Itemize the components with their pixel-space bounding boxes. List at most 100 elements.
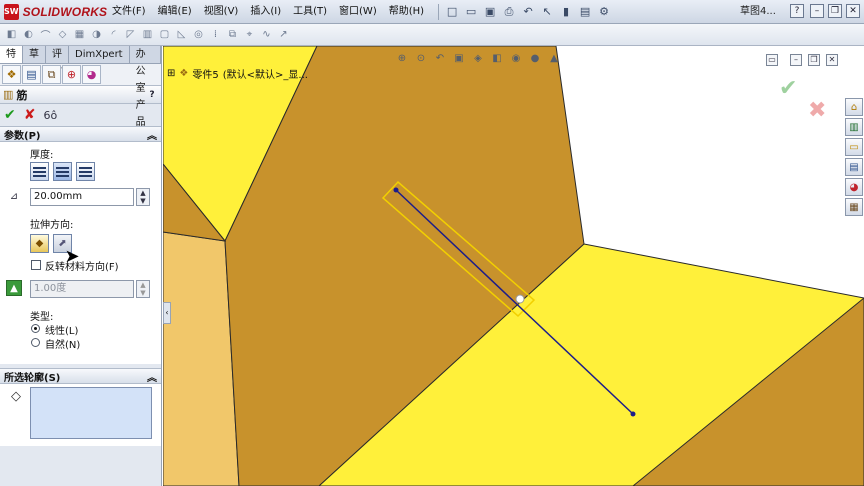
- detailed-preview-glasses-icon[interactable]: 6ô: [43, 109, 57, 122]
- selected-contours-header[interactable]: 所选轮廓(S) ︽: [0, 368, 161, 384]
- extruded-boss-icon[interactable]: ◧: [4, 27, 19, 42]
- curves-icon[interactable]: ∿: [259, 27, 274, 42]
- extruded-cut-icon[interactable]: ▦: [72, 27, 87, 42]
- parallel-to-sketch-button[interactable]: ◆: [30, 234, 49, 253]
- tab-office-products[interactable]: 办公室产品: [130, 46, 161, 128]
- sweep-icon[interactable]: ⌒: [38, 27, 53, 42]
- view-palette-icon[interactable]: ▤: [845, 158, 863, 176]
- revolve-icon[interactable]: ◐: [21, 27, 36, 42]
- reference-geometry-icon[interactable]: ⌖: [242, 27, 257, 42]
- selected-contours-listbox[interactable]: [30, 387, 152, 439]
- direction-handle[interactable]: [515, 294, 525, 304]
- display-style-icon[interactable]: ◧: [490, 51, 504, 65]
- viewport-minimize-button[interactable]: –: [790, 54, 802, 66]
- thickness-input[interactable]: 20.00mm: [30, 188, 134, 206]
- rebuild-icon[interactable]: ▮: [558, 4, 574, 20]
- graphics-viewport[interactable]: ‹ ⊞ ❖ 零件5 (默认<默认>_显... ⊕ ⊙ ↶ ▣ ◈ ◧ ◉ ● ▲…: [163, 46, 864, 486]
- hide-show-items-icon[interactable]: ◉: [509, 51, 523, 65]
- tab-features[interactable]: 特征: [0, 46, 23, 77]
- viewport-close-button[interactable]: ✕: [826, 54, 838, 66]
- file-explorer-icon[interactable]: ▭: [845, 138, 863, 156]
- thickness-first-side-button[interactable]: [30, 162, 49, 181]
- draft-angle-input[interactable]: 1.00度: [30, 280, 134, 298]
- fillet-icon[interactable]: ◜: [106, 27, 121, 42]
- sketch-endpoint-end[interactable]: [630, 411, 636, 417]
- parameters-group-title: 参数(P): [4, 130, 41, 142]
- options-gear-icon[interactable]: ⚙: [596, 4, 612, 20]
- configuration-manager-icon[interactable]: ⧉: [42, 65, 61, 84]
- solidworks-resources-icon[interactable]: ⌂: [845, 98, 863, 116]
- thickness-both-sides-button[interactable]: [53, 162, 72, 181]
- sketch-endpoint-start[interactable]: [393, 187, 399, 193]
- close-button[interactable]: ✕: [846, 4, 860, 18]
- type-natural-radio[interactable]: [31, 338, 40, 347]
- collapse-chevron-icon[interactable]: ︽: [147, 369, 157, 384]
- feature-manager-icon[interactable]: ❖: [2, 65, 21, 84]
- design-library-icon[interactable]: ▥: [845, 118, 863, 136]
- save-icon[interactable]: ▣: [482, 4, 498, 20]
- confirmation-ok-icon[interactable]: ✔: [779, 76, 797, 101]
- menu-edit[interactable]: 编辑(E): [152, 2, 198, 22]
- select-arrow-icon[interactable]: ↖: [539, 4, 555, 20]
- shell-icon[interactable]: ▢: [157, 27, 172, 42]
- revolved-cut-icon[interactable]: ◑: [89, 27, 104, 42]
- task-pane-tabs: ⌂ ▥ ▭ ▤ ◕ ▦: [845, 98, 864, 216]
- mirror-icon[interactable]: ⧉: [225, 27, 240, 42]
- menu-help[interactable]: 帮助(H): [383, 2, 430, 22]
- hole-wizard-icon[interactable]: ◎: [191, 27, 206, 42]
- type-linear-radio[interactable]: [31, 324, 40, 333]
- collapse-chevron-icon[interactable]: ︽: [147, 127, 157, 142]
- linear-pattern-icon[interactable]: ⁞: [208, 27, 223, 42]
- parameters-group-body: 厚度: ⊿ 20.00mm ▲ ▼ 拉伸方向: ◆ ⬈ ➤ 反转材料方向(F) ▲…: [0, 142, 161, 364]
- tab-evaluate[interactable]: 评估: [46, 46, 69, 77]
- tab-sketch[interactable]: 草图: [23, 46, 46, 77]
- property-manager-icon[interactable]: ▤: [22, 65, 41, 84]
- tab-dimxpert[interactable]: DimXpert: [69, 46, 130, 63]
- instant3d-icon[interactable]: ↗: [276, 27, 291, 42]
- appearances-icon[interactable]: ◕: [845, 178, 863, 196]
- menu-tools[interactable]: 工具(T): [287, 2, 333, 22]
- file-properties-icon[interactable]: ▤: [577, 4, 593, 20]
- draft-angle-spinner[interactable]: ▲ ▼: [136, 280, 150, 298]
- menu-insert[interactable]: 插入(I): [244, 2, 287, 22]
- viewport-split-button[interactable]: ▭: [766, 54, 778, 66]
- cancel-x-icon[interactable]: ✘: [24, 107, 36, 123]
- heads-up-view-toolbar: ⊕ ⊙ ↶ ▣ ◈ ◧ ◉ ● ▲: [395, 51, 561, 65]
- menu-file[interactable]: 文件(F): [106, 2, 152, 22]
- loft-icon[interactable]: ◇: [55, 27, 70, 42]
- custom-properties-icon[interactable]: ▦: [845, 198, 863, 216]
- help-button[interactable]: ?: [146, 89, 158, 101]
- print-icon[interactable]: ⎙: [501, 4, 517, 20]
- dimxpert-manager-icon[interactable]: ⊕: [62, 65, 81, 84]
- solidworks-logo[interactable]: SW SOLIDWORKS: [0, 0, 107, 24]
- open-folder-icon[interactable]: ▭: [463, 4, 479, 20]
- thickness-second-side-button[interactable]: [76, 162, 95, 181]
- undo-icon[interactable]: ↶: [520, 4, 536, 20]
- view-orientation-icon[interactable]: ◈: [471, 51, 485, 65]
- thickness-spinner[interactable]: ▲ ▼: [136, 188, 150, 206]
- panel-collapse-handle[interactable]: ‹: [163, 302, 171, 324]
- chamfer-icon[interactable]: ◸: [123, 27, 138, 42]
- confirmation-cancel-icon[interactable]: ✖: [808, 98, 826, 123]
- restore-button[interactable]: ❐: [828, 4, 842, 18]
- help-circle-icon[interactable]: ?: [790, 4, 804, 18]
- menu-window[interactable]: 窗口(W): [333, 2, 383, 22]
- section-view-icon[interactable]: ▣: [452, 51, 466, 65]
- edit-appearance-icon[interactable]: ●: [528, 51, 542, 65]
- flip-material-checkbox[interactable]: [31, 260, 41, 270]
- apply-scene-icon[interactable]: ▲: [547, 51, 561, 65]
- rib-icon[interactable]: ▥: [140, 27, 155, 42]
- previous-view-icon[interactable]: ↶: [433, 51, 447, 65]
- menu-view[interactable]: 视图(V): [198, 2, 245, 22]
- tree-expand-icon[interactable]: ⊞: [167, 68, 175, 79]
- display-manager-icon[interactable]: ◕: [82, 65, 101, 84]
- part-name[interactable]: 零件5: [192, 66, 218, 81]
- draft-icon[interactable]: ◺: [174, 27, 189, 42]
- ok-check-icon[interactable]: ✔: [4, 107, 16, 123]
- zoom-to-area-icon[interactable]: ⊙: [414, 51, 428, 65]
- zoom-to-fit-icon[interactable]: ⊕: [395, 51, 409, 65]
- draft-on-off-icon[interactable]: ▲: [6, 280, 22, 296]
- minimize-button[interactable]: –: [810, 4, 824, 18]
- viewport-restore-button[interactable]: ❐: [808, 54, 820, 66]
- new-document-icon[interactable]: □: [444, 4, 460, 20]
